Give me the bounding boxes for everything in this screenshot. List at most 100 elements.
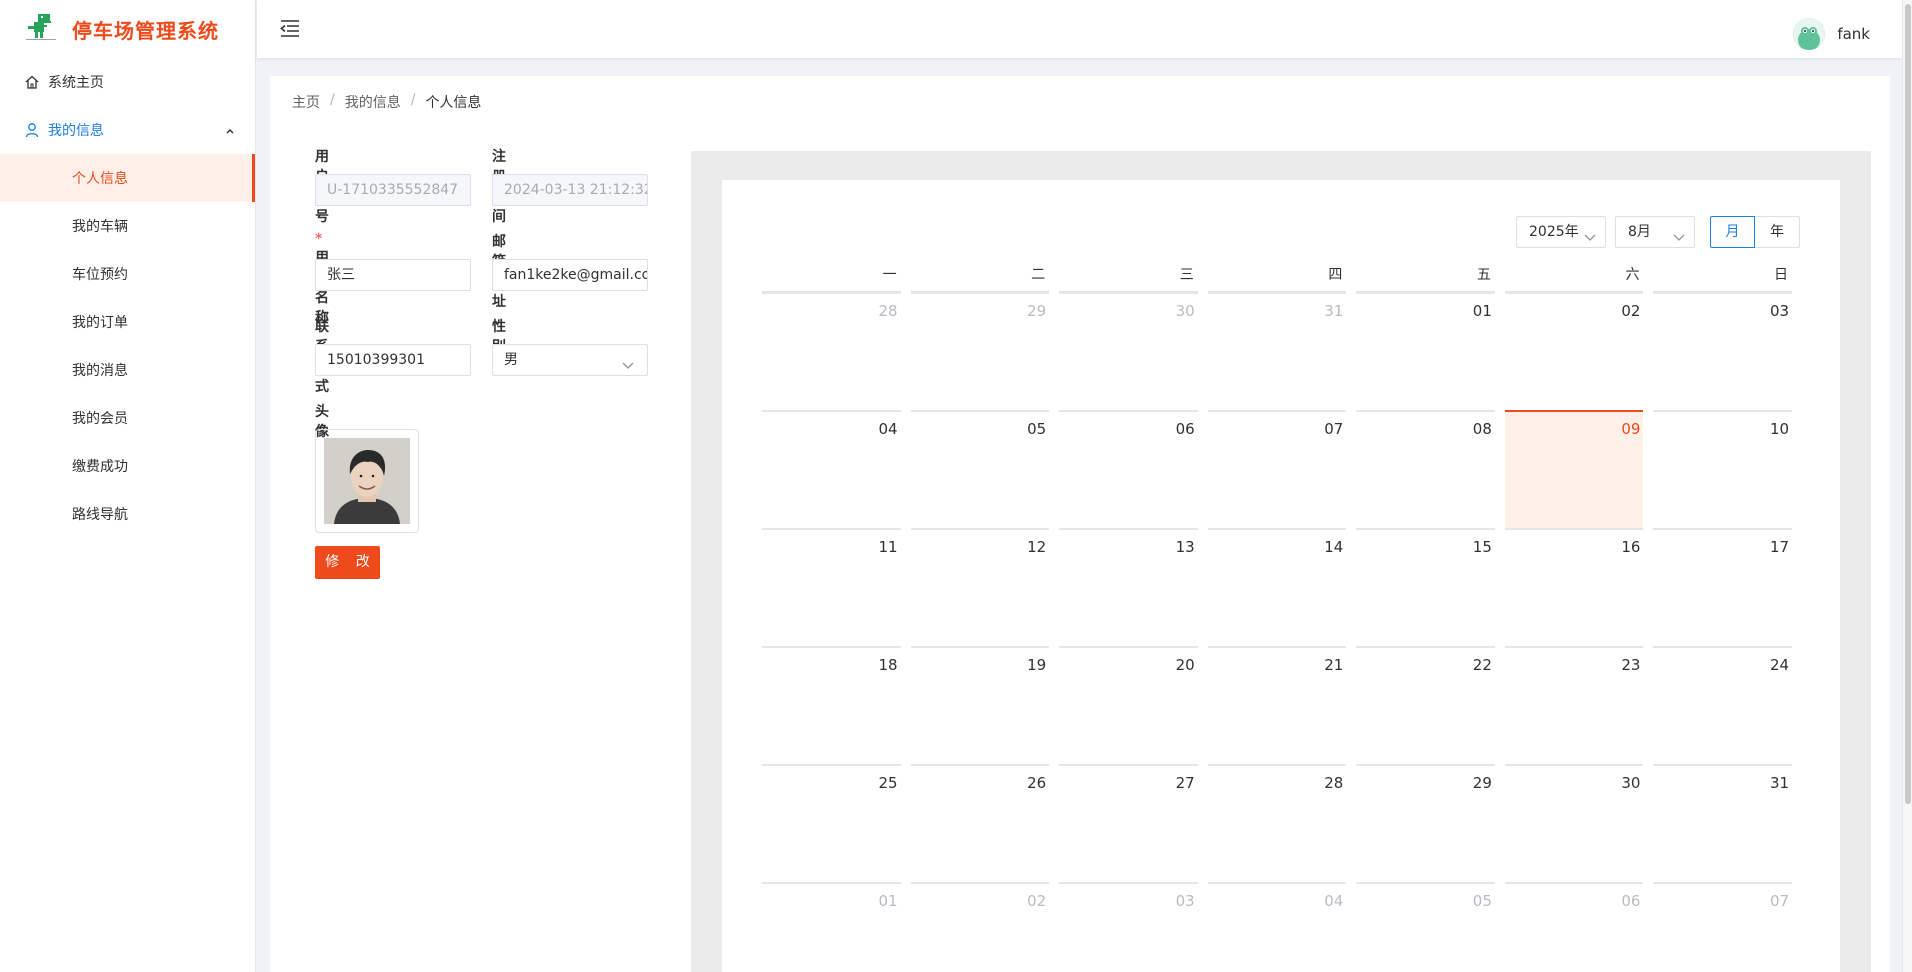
- user-menu[interactable]: fank: [1793, 18, 1870, 50]
- sidebar-item-my-info[interactable]: 我的信息: [0, 106, 255, 154]
- calendar-day[interactable]: 01: [1356, 292, 1495, 410]
- phone-input[interactable]: 15010399301: [315, 344, 471, 376]
- calendar-day[interactable]: 28: [762, 292, 901, 410]
- breadcrumb-home[interactable]: 主页: [292, 92, 320, 112]
- calendar-day[interactable]: 24: [1653, 646, 1793, 764]
- gender-select[interactable]: 男: [492, 344, 648, 376]
- calendar-day[interactable]: 16: [1504, 528, 1644, 646]
- calendar-day-today[interactable]: 09: [1504, 410, 1644, 528]
- weekday-label: 四: [1207, 264, 1347, 292]
- calendar-day[interactable]: 20: [1059, 646, 1198, 764]
- logo[interactable]: 停车场管理系统: [0, 0, 255, 58]
- sidebar-item-my-membership[interactable]: 我的会员: [0, 394, 255, 442]
- home-icon: [24, 74, 40, 90]
- calendar-day[interactable]: 23: [1504, 646, 1644, 764]
- calendar-day[interactable]: 27: [1059, 764, 1198, 882]
- calendar-week-row: 28 29 30 31 01 02 03: [762, 292, 1802, 410]
- collapse-menu-icon[interactable]: [279, 18, 301, 38]
- sidebar-item-payment-success[interactable]: 缴费成功: [0, 442, 255, 490]
- calendar-day[interactable]: 14: [1207, 528, 1347, 646]
- calendar-day[interactable]: 02: [910, 882, 1050, 972]
- month-mode-button[interactable]: 月: [1710, 216, 1755, 248]
- calendar-day[interactable]: 12: [910, 528, 1050, 646]
- dinosaur-logo-icon: [24, 12, 58, 46]
- sidebar-item-home[interactable]: 系统主页: [0, 58, 255, 106]
- calendar-day[interactable]: 06: [1504, 882, 1644, 972]
- weekday-label: 六: [1504, 264, 1644, 292]
- sidebar-item-my-vehicles[interactable]: 我的车辆: [0, 202, 255, 250]
- month-select[interactable]: 8月: [1615, 216, 1695, 248]
- calendar-day[interactable]: 03: [1059, 882, 1198, 972]
- user-id-field: U-1710335552847: [315, 174, 471, 206]
- calendar-day[interactable]: 04: [1207, 882, 1347, 972]
- calendar-day[interactable]: 05: [910, 410, 1050, 528]
- chevron-down-icon: [621, 353, 635, 375]
- user-icon: [24, 122, 40, 138]
- scrollbar-thumb[interactable]: [1905, 4, 1911, 804]
- email-input[interactable]: fan1ke2ke@gmail.com: [492, 259, 648, 291]
- calendar-body: 28 29 30 31 01 02 03 04 05 06 07 08 09 10 11 12 13 14 15 16…: [762, 292, 1802, 972]
- calendar-day[interactable]: 19: [910, 646, 1050, 764]
- main-content: 主页 / 我的信息 / 个人信息 用户编号 U-1710335552847 注册…: [270, 76, 1890, 972]
- sidebar-item-reservation[interactable]: 车位预约: [0, 250, 255, 298]
- calendar-day[interactable]: 13: [1059, 528, 1198, 646]
- weekday-header: 一二三四五六日: [762, 264, 1802, 292]
- edit-button[interactable]: 修 改: [315, 546, 380, 579]
- calendar-day[interactable]: 08: [1356, 410, 1495, 528]
- sidebar-item-label: 系统主页: [48, 75, 104, 91]
- gender-select-value: 男: [504, 352, 518, 368]
- calendar-day[interactable]: 07: [1207, 410, 1347, 528]
- username-input[interactable]: 张三: [315, 259, 471, 291]
- breadcrumb-current: 个人信息: [425, 95, 482, 111]
- sidebar-item-label: 我的信息: [48, 123, 104, 139]
- page-scrollbar[interactable]: [1902, 0, 1912, 972]
- year-mode-button[interactable]: 年: [1754, 216, 1800, 248]
- breadcrumb: 主页 / 我的信息 / 个人信息: [292, 92, 481, 112]
- year-select[interactable]: 2025年: [1516, 216, 1606, 248]
- sidebar-item-route-navigation[interactable]: 路线导航: [0, 490, 255, 538]
- weekday-label: 二: [910, 264, 1050, 292]
- calendar-day[interactable]: 06: [1059, 410, 1198, 528]
- calendar-day[interactable]: 31: [1653, 764, 1793, 882]
- calendar-day[interactable]: 25: [762, 764, 901, 882]
- calendar-day[interactable]: 15: [1356, 528, 1495, 646]
- sidebar-item-personal-info[interactable]: 个人信息: [0, 154, 255, 202]
- sidebar-item-my-messages[interactable]: 我的消息: [0, 346, 255, 394]
- avatar-photo: [324, 438, 410, 524]
- calendar-day[interactable]: 11: [762, 528, 901, 646]
- calendar-day[interactable]: 29: [910, 292, 1050, 410]
- calendar-day[interactable]: 30: [1059, 292, 1198, 410]
- calendar-week-row: 04 05 06 07 08 09 10: [762, 410, 1802, 528]
- calendar-day[interactable]: 04: [762, 410, 901, 528]
- avatar-upload[interactable]: [315, 429, 419, 533]
- calendar-day[interactable]: 05: [1356, 882, 1495, 972]
- reg-time-field: 2024-03-13 21:12:32: [492, 174, 648, 206]
- calendar-day[interactable]: 30: [1504, 764, 1644, 882]
- breadcrumb-my-info[interactable]: 我的信息: [345, 92, 401, 112]
- calendar-day[interactable]: 22: [1356, 646, 1495, 764]
- calendar-week-row: 11 12 13 14 15 16 17: [762, 528, 1802, 646]
- app-title: 停车场管理系统: [72, 18, 219, 43]
- calendar-day[interactable]: 03: [1653, 292, 1793, 410]
- year-select-value: 2025年: [1529, 224, 1579, 240]
- weekday-label: 一: [762, 264, 901, 292]
- calendar-day[interactable]: 21: [1207, 646, 1347, 764]
- calendar-day[interactable]: 28: [1207, 764, 1347, 882]
- sidebar: 停车场管理系统 系统主页 我的信息 个人信息 我的车辆 车位预约 我的订单 我的…: [0, 0, 256, 972]
- calendar-day[interactable]: 26: [910, 764, 1050, 882]
- calendar-day[interactable]: 02: [1504, 292, 1644, 410]
- chevron-up-icon: [225, 124, 235, 140]
- calendar-day[interactable]: 17: [1653, 528, 1793, 646]
- calendar-day[interactable]: 29: [1356, 764, 1495, 882]
- weekday-label: 三: [1059, 264, 1198, 292]
- calendar-container: 2025年 8月 月 年 一二三四五六日 28 29 30 31 01 02 03 04 05 0…: [691, 151, 1871, 972]
- calendar-day[interactable]: 31: [1207, 292, 1347, 410]
- chevron-down-icon: [1672, 225, 1686, 255]
- weekday-label: 日: [1653, 264, 1793, 292]
- calendar-day[interactable]: 18: [762, 646, 901, 764]
- calendar: 2025年 8月 月 年 一二三四五六日 28 29 30 31 01 02 03 04 05 0…: [722, 180, 1840, 972]
- calendar-day[interactable]: 07: [1653, 882, 1793, 972]
- sidebar-item-my-orders[interactable]: 我的订单: [0, 298, 255, 346]
- calendar-day[interactable]: 10: [1653, 410, 1793, 528]
- calendar-day[interactable]: 01: [762, 882, 901, 972]
